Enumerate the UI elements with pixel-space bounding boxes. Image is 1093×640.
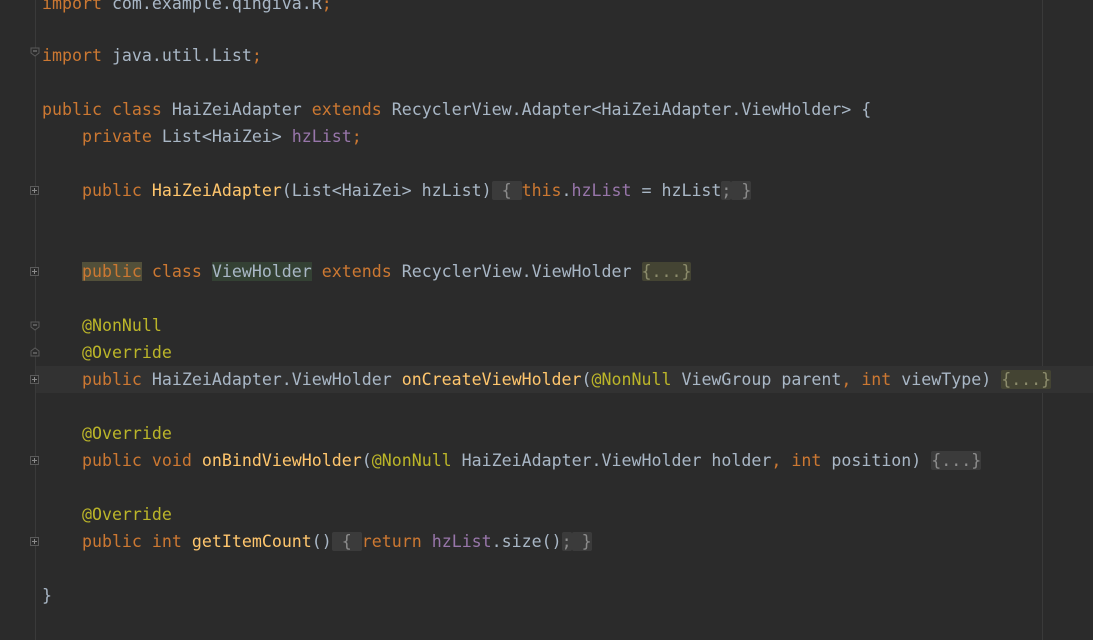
- keyword-void: void: [151, 451, 192, 470]
- keyword-int: int: [861, 370, 892, 389]
- fold-expand-icon[interactable]: [30, 375, 39, 384]
- method-name: onCreateViewHolder: [401, 370, 582, 389]
- semicolon: ;: [351, 127, 362, 146]
- annotation: @Override: [81, 424, 172, 443]
- keyword-public: public: [81, 451, 142, 470]
- semicolon: ;: [321, 0, 332, 13]
- assignment: = hzList: [631, 181, 722, 200]
- code-line-constructor[interactable]: public HaiZeiAdapter(List<HaiZei> hzList…: [42, 177, 752, 204]
- import-path: java.util.List: [101, 46, 252, 65]
- return-type: HaiZeiAdapter.ViewHolder: [151, 370, 392, 389]
- annotation: @Override: [81, 343, 172, 362]
- field-name: hzList: [291, 127, 352, 146]
- code-line-annotation-override[interactable]: @Override: [42, 501, 172, 528]
- semicolon: ;: [721, 181, 732, 200]
- method-name: getItemCount: [191, 532, 312, 551]
- fold-end-icon[interactable]: [30, 347, 40, 357]
- semicolon: ;: [251, 46, 262, 65]
- keyword-public: public: [81, 262, 142, 281]
- keyword-public: public: [81, 181, 142, 200]
- annotation: @NonNull: [371, 451, 452, 470]
- paren: (): [311, 532, 332, 551]
- keyword-public: public: [81, 370, 142, 389]
- comma: ,: [841, 370, 852, 389]
- keyword-extends: extends: [311, 100, 382, 119]
- folded-code-placeholder[interactable]: {...}: [641, 262, 692, 281]
- superclass: RecyclerView.ViewHolder: [401, 262, 632, 281]
- folded-brace-open[interactable]: {: [331, 532, 362, 551]
- field-type: List<HaiZei>: [161, 127, 282, 146]
- method-name: onBindViewHolder: [201, 451, 362, 470]
- inner-class-name: ViewHolder: [211, 262, 312, 281]
- code-line-annotation-override[interactable]: @Override: [42, 339, 172, 366]
- folded-brace-open[interactable]: {: [491, 181, 522, 200]
- code-line-oncreateviewholder[interactable]: public HaiZeiAdapter.ViewHolder onCreate…: [42, 366, 1052, 393]
- param-holder: HaiZeiAdapter.ViewHolder holder: [451, 451, 772, 470]
- fold-collapse-icon[interactable]: [30, 47, 40, 57]
- constructor-name: HaiZeiAdapter: [151, 181, 282, 200]
- comma: ,: [771, 451, 782, 470]
- keyword-return: return: [361, 532, 422, 551]
- keyword-class: class: [111, 100, 162, 119]
- dot: .: [561, 181, 572, 200]
- keyword-this: this: [521, 181, 562, 200]
- code-line-import-r[interactable]: import com.example.qingiva.R;: [42, 0, 332, 17]
- closing-brace: }: [42, 586, 52, 605]
- code-line-viewholder-class[interactable]: public class ViewHolder extends Recycler…: [42, 258, 692, 285]
- code-line-getitemcount[interactable]: public int getItemCount() { return hzLis…: [42, 528, 592, 555]
- field-ref: hzList: [431, 532, 492, 551]
- code-line-annotation-nonnull[interactable]: @NonNull: [42, 312, 162, 339]
- folded-brace-close[interactable]: }: [571, 532, 592, 551]
- folded-code-placeholder[interactable]: {...}: [931, 451, 982, 470]
- keyword-import: import: [42, 46, 102, 65]
- fold-collapse-icon[interactable]: [30, 321, 40, 331]
- fold-expand-icon[interactable]: [30, 537, 39, 546]
- fold-expand-icon[interactable]: [30, 267, 39, 276]
- folded-brace-close[interactable]: }: [731, 181, 752, 200]
- keyword-int: int: [791, 451, 822, 470]
- semicolon: ;: [561, 532, 572, 551]
- param-parent: ViewGroup parent: [671, 370, 842, 389]
- keyword-public: public: [81, 532, 142, 551]
- keyword-class: class: [151, 262, 202, 281]
- folded-code-placeholder[interactable]: {...}: [1001, 370, 1052, 389]
- field-ref: hzList: [571, 181, 632, 200]
- paren-open: (: [581, 370, 592, 389]
- keyword-public: public: [42, 100, 102, 119]
- annotation: @Override: [81, 505, 172, 524]
- constructor-params: (List<HaiZei> hzList): [281, 181, 492, 200]
- method-call: .size(): [491, 532, 562, 551]
- fold-expand-icon[interactable]: [30, 456, 39, 465]
- code-line-onbindviewholder[interactable]: public void onBindViewHolder(@NonNull Ha…: [42, 447, 982, 474]
- code-line-annotation-override[interactable]: @Override: [42, 420, 172, 447]
- code-editor[interactable]: import com.example.qingiva.R; import jav…: [0, 0, 1093, 640]
- paren-open: (: [361, 451, 372, 470]
- right-margin-guide: [1042, 0, 1043, 640]
- code-line-field[interactable]: private List<HaiZei> hzList;: [42, 123, 362, 150]
- annotation: @NonNull: [591, 370, 672, 389]
- fold-expand-icon[interactable]: [30, 186, 39, 195]
- import-path: com.example.qingiva.R: [101, 0, 322, 13]
- code-line-class-end[interactable]: }: [42, 582, 52, 609]
- param-viewtype: viewType): [891, 370, 992, 389]
- keyword-import: import: [42, 0, 102, 13]
- code-line-import-list[interactable]: import java.util.List;: [42, 42, 262, 69]
- class-name: HaiZeiAdapter: [171, 100, 302, 119]
- param-position: position): [821, 451, 922, 470]
- keyword-extends: extends: [321, 262, 392, 281]
- annotation: @NonNull: [81, 316, 162, 335]
- keyword-private: private: [81, 127, 152, 146]
- code-line-class-declaration[interactable]: public class HaiZeiAdapter extends Recyc…: [42, 96, 871, 123]
- keyword-int: int: [151, 532, 182, 551]
- superclass: RecyclerView.Adapter<HaiZeiAdapter.ViewH…: [391, 100, 872, 119]
